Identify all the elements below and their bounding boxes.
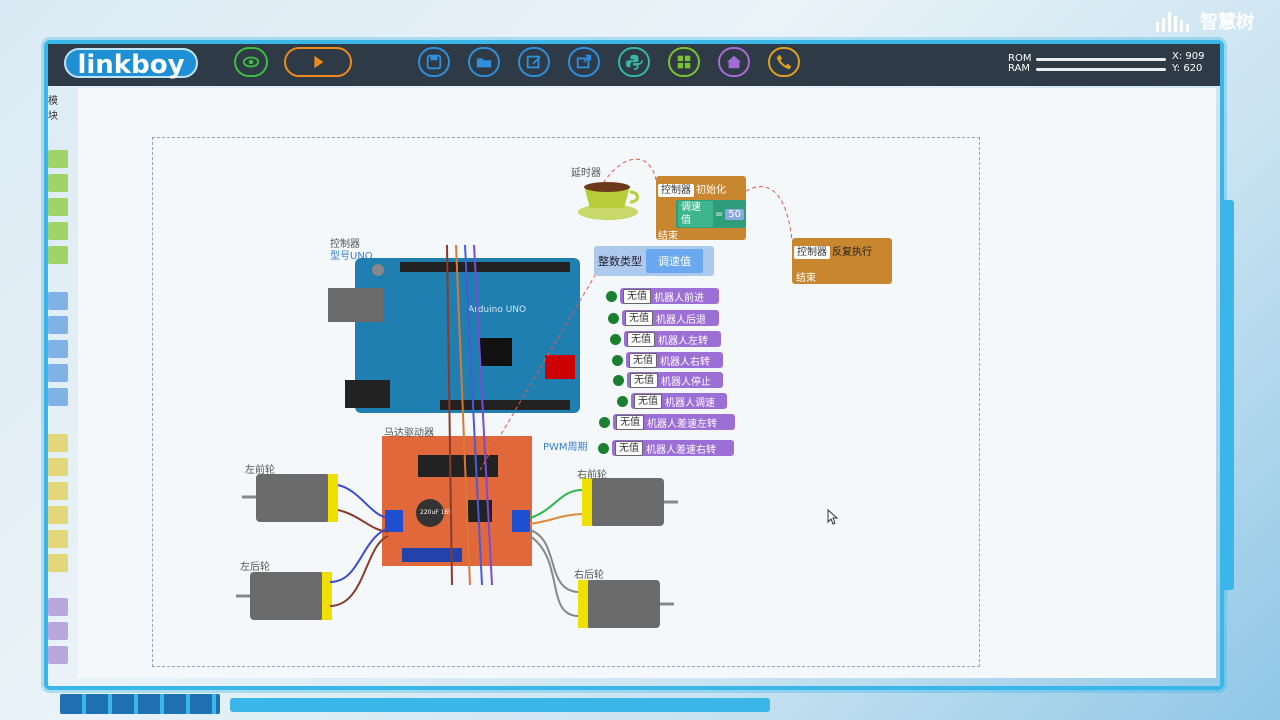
function-return-tag: 无值 [630, 372, 658, 388]
mouse-cursor-icon [827, 509, 839, 525]
function-connector-dot [617, 396, 628, 407]
pwm-period-label: PWM周期 [543, 442, 588, 453]
function-return-tag: 无值 [629, 352, 657, 368]
function-block[interactable]: 无值 机器人差速右转 [612, 440, 734, 456]
function-name: 机器人前进 [654, 292, 704, 304]
motor-right-rear[interactable] [578, 580, 674, 628]
loop-block-end: 结束 [796, 273, 816, 284]
function-connector-dot [599, 417, 610, 428]
motor-driver-label: 马达驱动器 [384, 428, 434, 439]
function-block[interactable]: 无值 机器人调速 [631, 393, 727, 409]
function-connector-dot [606, 291, 617, 302]
function-block[interactable]: 无值 机器人右转 [626, 352, 723, 368]
assign-variable: 调速值 [678, 201, 713, 227]
function-name: 机器人调速 [665, 397, 715, 409]
left-front-wheel-label: 左前轮 [245, 465, 275, 476]
delay-label: 延时器 [571, 168, 601, 179]
function-connector-dot [612, 355, 623, 366]
controller-model-label: 型号UNO [330, 251, 373, 262]
arduino-board[interactable] [328, 258, 580, 413]
function-name: 机器人差速右转 [646, 444, 716, 456]
motor-left-front[interactable] [242, 474, 338, 522]
function-return-tag: 无值 [615, 440, 643, 456]
variable-type: 整数类型 [598, 255, 642, 268]
function-block[interactable]: 无值 机器人后退 [622, 310, 719, 326]
loop-block-text: 反复执行 [832, 247, 872, 258]
variable-name[interactable]: 调速值 [646, 249, 703, 273]
function-name: 机器人右转 [660, 356, 710, 368]
right-rear-wheel-label: 右后轮 [574, 570, 604, 581]
variable-block[interactable]: 整数类型 调速值 [594, 246, 714, 276]
init-block-end: 结束 [658, 231, 678, 242]
function-block[interactable]: 无值 机器人差速左转 [613, 414, 735, 430]
assign-statement[interactable]: 调速值 = 50 [676, 200, 746, 228]
function-connector-dot [598, 443, 609, 454]
motor-driver-board[interactable] [382, 436, 532, 566]
function-block[interactable]: 无值 机器人停止 [627, 372, 723, 388]
init-block-text: 初始化 [696, 185, 726, 196]
function-return-tag: 无值 [627, 331, 655, 347]
loop-block-tag: 控制器 [794, 246, 830, 259]
function-return-tag: 无值 [616, 414, 644, 430]
assign-value[interactable]: 50 [725, 208, 744, 220]
function-name: 机器人左转 [658, 335, 708, 347]
function-name: 机器人后退 [656, 314, 706, 326]
right-front-wheel-label: 右前轮 [577, 470, 607, 481]
delay-teacup-icon[interactable] [578, 182, 639, 220]
assign-operator: = [714, 208, 724, 220]
function-connector-dot [613, 375, 624, 386]
function-name: 机器人停止 [661, 376, 711, 388]
init-event-block[interactable]: 控制器 初始化 调速值 = 50 结束 [656, 176, 746, 242]
function-connector-dot [608, 313, 619, 324]
function-return-tag: 无值 [625, 310, 653, 326]
function-return-tag: 无值 [623, 288, 651, 304]
function-return-tag: 无值 [634, 393, 662, 409]
motor-left-rear[interactable] [236, 572, 332, 620]
loop-event-block[interactable]: 控制器 反复执行 结束 [792, 238, 892, 284]
driver-capacitor-text: 220uF 16V [420, 509, 453, 516]
function-block[interactable]: 无值 机器人左转 [624, 331, 721, 347]
motor-right-front[interactable] [582, 478, 678, 526]
left-rear-wheel-label: 左后轮 [240, 562, 270, 573]
function-connector-dot [610, 334, 621, 345]
function-name: 机器人差速左转 [647, 418, 717, 430]
init-block-tag: 控制器 [658, 184, 694, 197]
function-block[interactable]: 无值 机器人前进 [620, 288, 719, 304]
